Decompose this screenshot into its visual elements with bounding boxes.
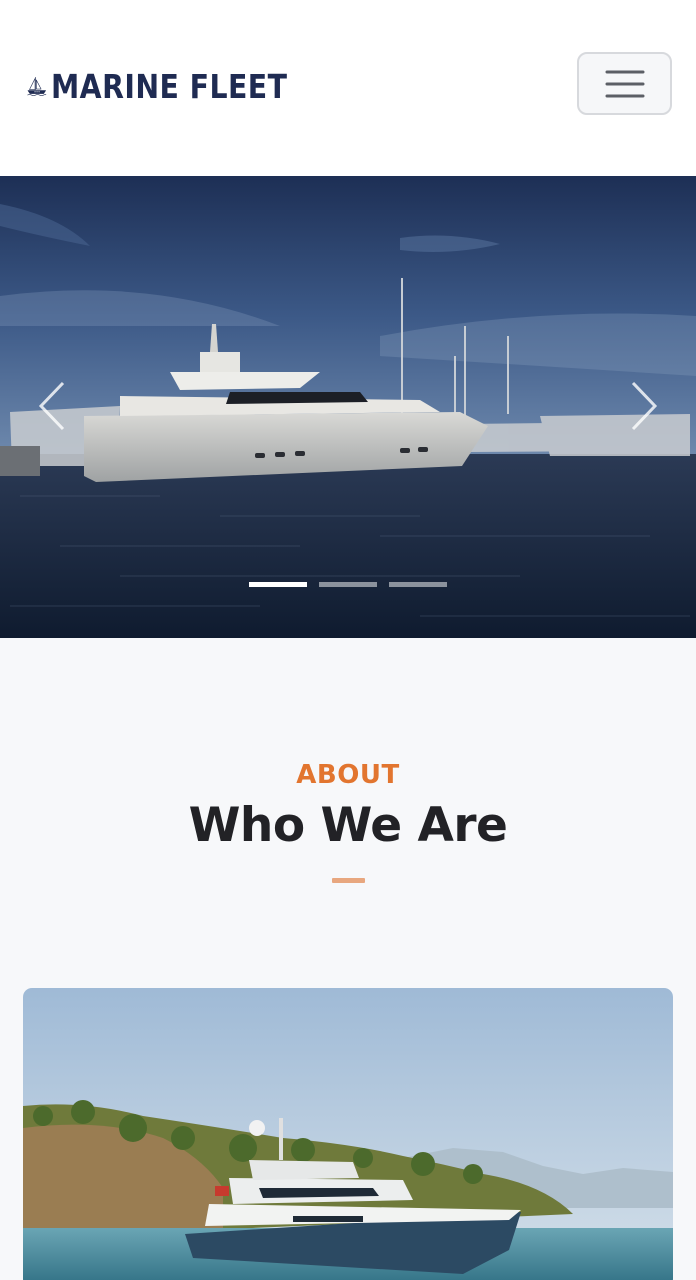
about-image: [23, 988, 673, 1280]
carousel-next-button[interactable]: [624, 376, 664, 436]
hero-slide-image: [0, 176, 696, 638]
chevron-right-icon: [631, 381, 658, 431]
hamburger-menu-icon: [605, 70, 644, 97]
carousel-prev-button[interactable]: [32, 376, 72, 436]
site-header: MARINE FLEET: [0, 0, 696, 176]
yacht-photo: [23, 988, 673, 1280]
carousel-indicator-3[interactable]: [389, 582, 447, 587]
sailboat-icon: [27, 76, 47, 96]
menu-toggle-button[interactable]: [577, 52, 672, 115]
chevron-left-icon: [38, 381, 65, 431]
carousel-indicator-2[interactable]: [319, 582, 377, 587]
about-section: ABOUT Who We Are: [0, 638, 696, 1280]
carousel-indicator-1[interactable]: [249, 582, 307, 587]
hero-carousel: [0, 176, 696, 638]
carousel-indicators: [249, 582, 447, 587]
title-divider: [332, 878, 365, 883]
brand-logo[interactable]: MARINE FLEET: [26, 44, 326, 128]
section-eyebrow: ABOUT: [296, 760, 400, 790]
brand-name: MARINE FLEET: [51, 66, 288, 106]
section-title: Who We Are: [188, 798, 508, 853]
